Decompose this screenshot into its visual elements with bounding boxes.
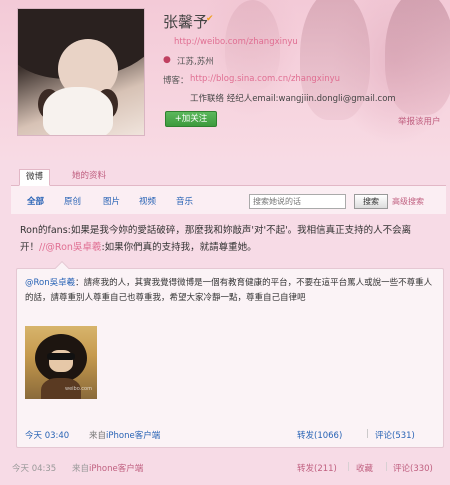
blog-url-link[interactable]: http://blog.sina.com.cn/zhangxinyu	[190, 74, 340, 84]
search-button[interactable]: 搜索	[354, 194, 388, 209]
filter-video[interactable]: 视频	[139, 195, 156, 207]
image-watermark: weibo.com	[65, 386, 92, 392]
post-time-link[interactable]: 今天 04:35	[12, 462, 56, 474]
filter-images[interactable]: 图片	[103, 195, 120, 207]
quoted-time-link[interactable]: 今天 03:40	[25, 429, 69, 441]
advanced-search-link[interactable]: 高级搜索	[392, 196, 424, 207]
verified-icon: ✔	[206, 14, 214, 24]
mention-link[interactable]: //@Ron吳卓羲	[39, 242, 101, 253]
user-location: 江苏,苏州	[177, 57, 214, 67]
profile-tabs: 微博 她的资料	[11, 166, 446, 186]
blog-label: 博客：	[163, 76, 189, 86]
filter-all[interactable]: 全部	[27, 195, 44, 207]
report-user-link[interactable]: 举报该用户	[398, 115, 441, 127]
filter-music[interactable]: 音乐	[176, 195, 193, 207]
post-text: Ron的fans:如果是我今妳的愛話破碎，那麼我和妳敲声'对'不起'。我相信真正…	[20, 222, 440, 256]
quoted-source-link[interactable]: iPhone客户端	[106, 431, 160, 441]
tab-her-profile[interactable]: 她的资料	[66, 169, 112, 186]
post-source: 来自iPhone客户端	[72, 462, 143, 474]
quoted-comment-link[interactable]: 评论(531)	[375, 429, 415, 441]
quoted-source-prefix: 来自	[89, 431, 107, 441]
quoted-text: @Ron吳卓羲：請疼我的人，其實我覺得微博是一個有教育健康的平台，不要在這平台罵…	[25, 276, 437, 306]
filter-bar: 全部 原创 图片 视频 音乐 搜索 高级搜索	[11, 186, 446, 214]
separator: |	[385, 462, 388, 472]
avatar[interactable]	[17, 8, 145, 136]
user-name: 张馨予	[163, 13, 209, 31]
post-text-tail: :如果你們真的支持我，就請尊重她。	[101, 242, 257, 253]
post-source-link[interactable]: iPhone客户端	[89, 464, 143, 474]
quoted-post: @Ron吳卓羲：請疼我的人，其實我覺得微博是一個有教育健康的平台，不要在這平台罵…	[16, 260, 444, 448]
follow-button[interactable]: +加关注	[165, 111, 217, 127]
search-input[interactable]	[249, 194, 346, 209]
post-source-prefix: 来自	[72, 464, 90, 474]
quoted-source: 来自iPhone客户端	[89, 429, 160, 441]
contact-info: 工作联络 经纪人email:wangjiin.dongli@gmail.com	[190, 94, 396, 104]
favorite-link[interactable]: 收藏	[356, 462, 373, 474]
quote-arrow	[54, 260, 70, 276]
tab-weibo[interactable]: 微博	[19, 169, 51, 186]
location-icon: ●	[163, 55, 171, 65]
quoted-author-link[interactable]: @Ron吳卓羲	[25, 278, 75, 288]
quoted-forward-link[interactable]: 转发(1066)	[297, 429, 342, 441]
quoted-image[interactable]: weibo.com	[25, 326, 97, 399]
separator: |	[347, 462, 350, 472]
user-url-link[interactable]: http://weibo.com/zhangxinyu	[174, 37, 298, 47]
quoted-body: ：請疼我的人，其實我覺得微博是一個有教育健康的平台，不要在這平台罵人或說一些不尊…	[25, 278, 433, 303]
comment-link[interactable]: 评论(330)	[393, 462, 433, 474]
separator: |	[366, 429, 369, 439]
forward-link[interactable]: 转发(211)	[297, 462, 337, 474]
filter-original[interactable]: 原创	[64, 195, 81, 207]
